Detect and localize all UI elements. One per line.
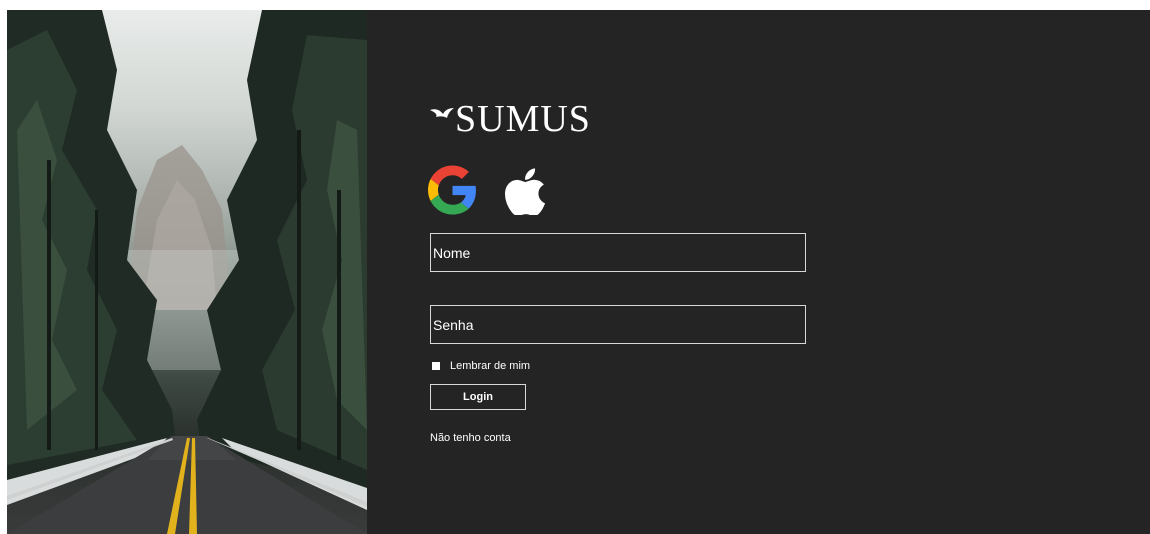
name-field[interactable]	[430, 233, 806, 272]
password-field[interactable]	[430, 305, 806, 344]
login-panel: SUMUS Lembrar de mim Login Não tenho con…	[367, 10, 1150, 534]
login-page: SUMUS Lembrar de mim Login Não tenho con…	[7, 10, 1150, 534]
apple-login-button[interactable]	[504, 165, 546, 217]
login-button[interactable]: Login	[430, 384, 526, 410]
apple-icon	[505, 168, 546, 217]
brand-name: SUMUS	[455, 98, 591, 140]
remember-me[interactable]: Lembrar de mim	[430, 359, 530, 373]
remember-me-checkbox[interactable]	[432, 362, 440, 370]
bird-logo-icon	[430, 104, 454, 134]
brand-logo: SUMUS	[430, 98, 591, 140]
google-login-button[interactable]	[428, 165, 477, 215]
forest-road-photo	[7, 10, 367, 534]
remember-me-label: Lembrar de mim	[450, 360, 531, 372]
google-icon	[428, 165, 476, 215]
no-account-link[interactable]: Não tenho conta	[430, 432, 511, 444]
